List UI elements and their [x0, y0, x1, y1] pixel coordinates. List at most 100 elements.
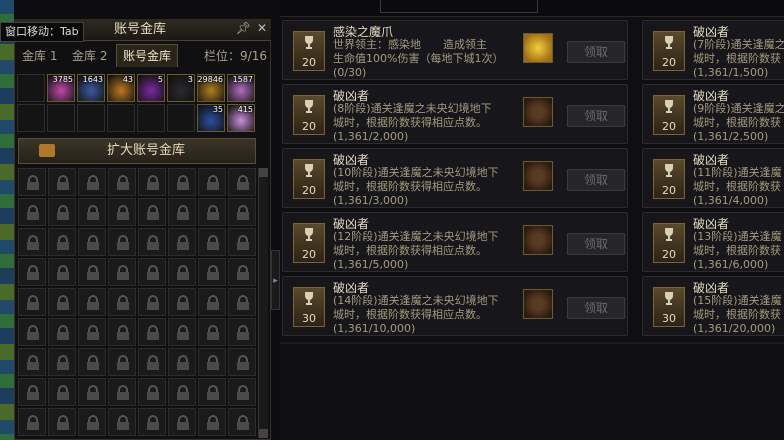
lock-icon	[117, 175, 129, 190]
lock-icon	[27, 175, 39, 190]
locked-slot	[198, 228, 226, 256]
lock-icon	[27, 325, 39, 340]
trophy-icon: 20	[293, 31, 325, 71]
locked-slot	[168, 348, 196, 376]
lock-icon	[207, 355, 219, 370]
lock-icon	[147, 205, 159, 220]
lavender-scroll-icon[interactable]: 1587	[227, 74, 255, 102]
vault-title: 账号金库	[114, 22, 167, 37]
locked-slot	[138, 288, 166, 316]
lock-icon	[177, 295, 189, 310]
locked-slot	[108, 378, 136, 406]
achievement-desc-line2: 城时，根据阶数获	[693, 308, 781, 321]
locked-slot	[198, 198, 226, 226]
gold-burst-icon[interactable]: 43	[107, 74, 135, 102]
purple-gem-icon[interactable]: 5	[137, 74, 165, 102]
claim-button[interactable]: 领取	[567, 105, 625, 127]
achievement-desc: (12阶段)通关逢魔之未央幻境地下 城时，根据阶数获得相应点数。	[333, 230, 499, 258]
locked-slot	[48, 288, 76, 316]
close-icon[interactable]: ✕	[257, 21, 267, 35]
gold-ticket-icon[interactable]: 29846	[197, 74, 225, 102]
lock-icon	[117, 235, 129, 250]
locked-slot	[138, 378, 166, 406]
locked-slot	[78, 378, 106, 406]
tab-vault-2[interactable]: 金库 2	[72, 45, 107, 67]
trophy-icon: 20	[293, 159, 325, 199]
tab-vault-1[interactable]: 金库 1	[22, 45, 57, 67]
achievement-card: 20 破凶者 (12阶段)通关逢魔之未央幻境地下 城时，根据阶数获得相应点数。 (1,3…	[282, 212, 628, 272]
lock-icon	[207, 205, 219, 220]
scroll-up-icon[interactable]	[259, 168, 268, 177]
locked-slot	[228, 408, 256, 436]
achievement-desc-line1: (11阶段)通关逢魔	[693, 166, 782, 179]
lock-icon	[117, 205, 129, 220]
collapse-handle[interactable]: ▸	[271, 250, 280, 310]
scroll-down-icon[interactable]	[259, 429, 268, 438]
lock-icon	[87, 175, 99, 190]
vault-slot[interactable]	[107, 104, 135, 132]
achievement-progress: (1,361/4,000)	[693, 194, 769, 207]
trophy-icon: 20	[653, 95, 685, 135]
lock-icon	[177, 175, 189, 190]
locked-slot	[18, 288, 46, 316]
vault-slot[interactable]	[17, 104, 45, 132]
locked-slot-grid	[18, 168, 258, 440]
winged-crystal-icon[interactable]: 1643	[77, 74, 105, 102]
pink-flower-icon[interactable]: 415	[227, 104, 255, 132]
achievement-card: 20 感染之魔爪 世界领主：感染地 造成领主 生命值100%伤害（每地下城1次） (0/…	[282, 20, 628, 80]
lock-icon	[147, 355, 159, 370]
tower-icon[interactable]	[523, 97, 553, 127]
dark-box-icon[interactable]: 3	[167, 74, 195, 102]
vault-scrollbar[interactable]	[258, 168, 268, 438]
achievement-desc: (9阶段)通关逢魔之 城时，根据阶数获	[693, 102, 784, 130]
slot-count: 栏位：9/16	[204, 49, 267, 63]
locked-slot	[168, 198, 196, 226]
locked-slot	[48, 378, 76, 406]
tower-icon[interactable]	[523, 225, 553, 255]
vault-slot[interactable]	[167, 104, 195, 132]
vault-slot[interactable]	[137, 104, 165, 132]
tower-icon[interactable]	[523, 289, 553, 319]
claim-button[interactable]: 领取	[567, 297, 625, 319]
achievement-points: 20	[302, 248, 316, 261]
vault-slot[interactable]	[77, 104, 105, 132]
lock-icon	[57, 385, 69, 400]
locked-slot	[48, 228, 76, 256]
tower-icon[interactable]	[523, 161, 553, 191]
pink-orb-icon[interactable]: 3785	[47, 74, 75, 102]
locked-slot	[78, 258, 106, 286]
lock-icon	[147, 415, 159, 430]
vault-slot[interactable]	[17, 74, 45, 102]
locked-slot	[138, 168, 166, 196]
achievement-points: 20	[302, 56, 316, 69]
vault-slot[interactable]	[47, 104, 75, 132]
locked-slot	[78, 348, 106, 376]
claim-button[interactable]: 领取	[567, 41, 625, 63]
achievement-points: 20	[302, 184, 316, 197]
lock-icon	[57, 265, 69, 280]
locked-slot	[138, 198, 166, 226]
gold-star-icon[interactable]	[523, 33, 553, 63]
lock-icon	[237, 415, 249, 430]
locked-slot	[198, 318, 226, 346]
trophy-icon: 20	[653, 31, 685, 71]
locked-slot	[48, 168, 76, 196]
blue-shard-icon[interactable]: 35	[197, 104, 225, 132]
trophy-icon: 20	[653, 159, 685, 199]
trophy-icon: 30	[293, 287, 325, 327]
achievement-progress: (1,361/2,500)	[693, 130, 769, 143]
locked-slot	[138, 348, 166, 376]
lock-icon	[27, 235, 39, 250]
lock-icon	[177, 325, 189, 340]
vault-tabs: 金库 1 金库 2 账号金库 栏位：9/16	[14, 44, 271, 67]
claim-button[interactable]: 领取	[567, 233, 625, 255]
locked-slot	[198, 408, 226, 436]
expand-vault-button[interactable]: 扩大账号金库	[18, 138, 256, 164]
lock-icon	[237, 355, 249, 370]
lock-icon	[177, 265, 189, 280]
claim-button[interactable]: 领取	[567, 169, 625, 191]
pin-icon[interactable]: 📌︎	[236, 21, 251, 35]
tab-account-vault[interactable]: 账号金库	[116, 44, 179, 67]
lock-icon	[57, 415, 69, 430]
lock-icon	[147, 235, 159, 250]
